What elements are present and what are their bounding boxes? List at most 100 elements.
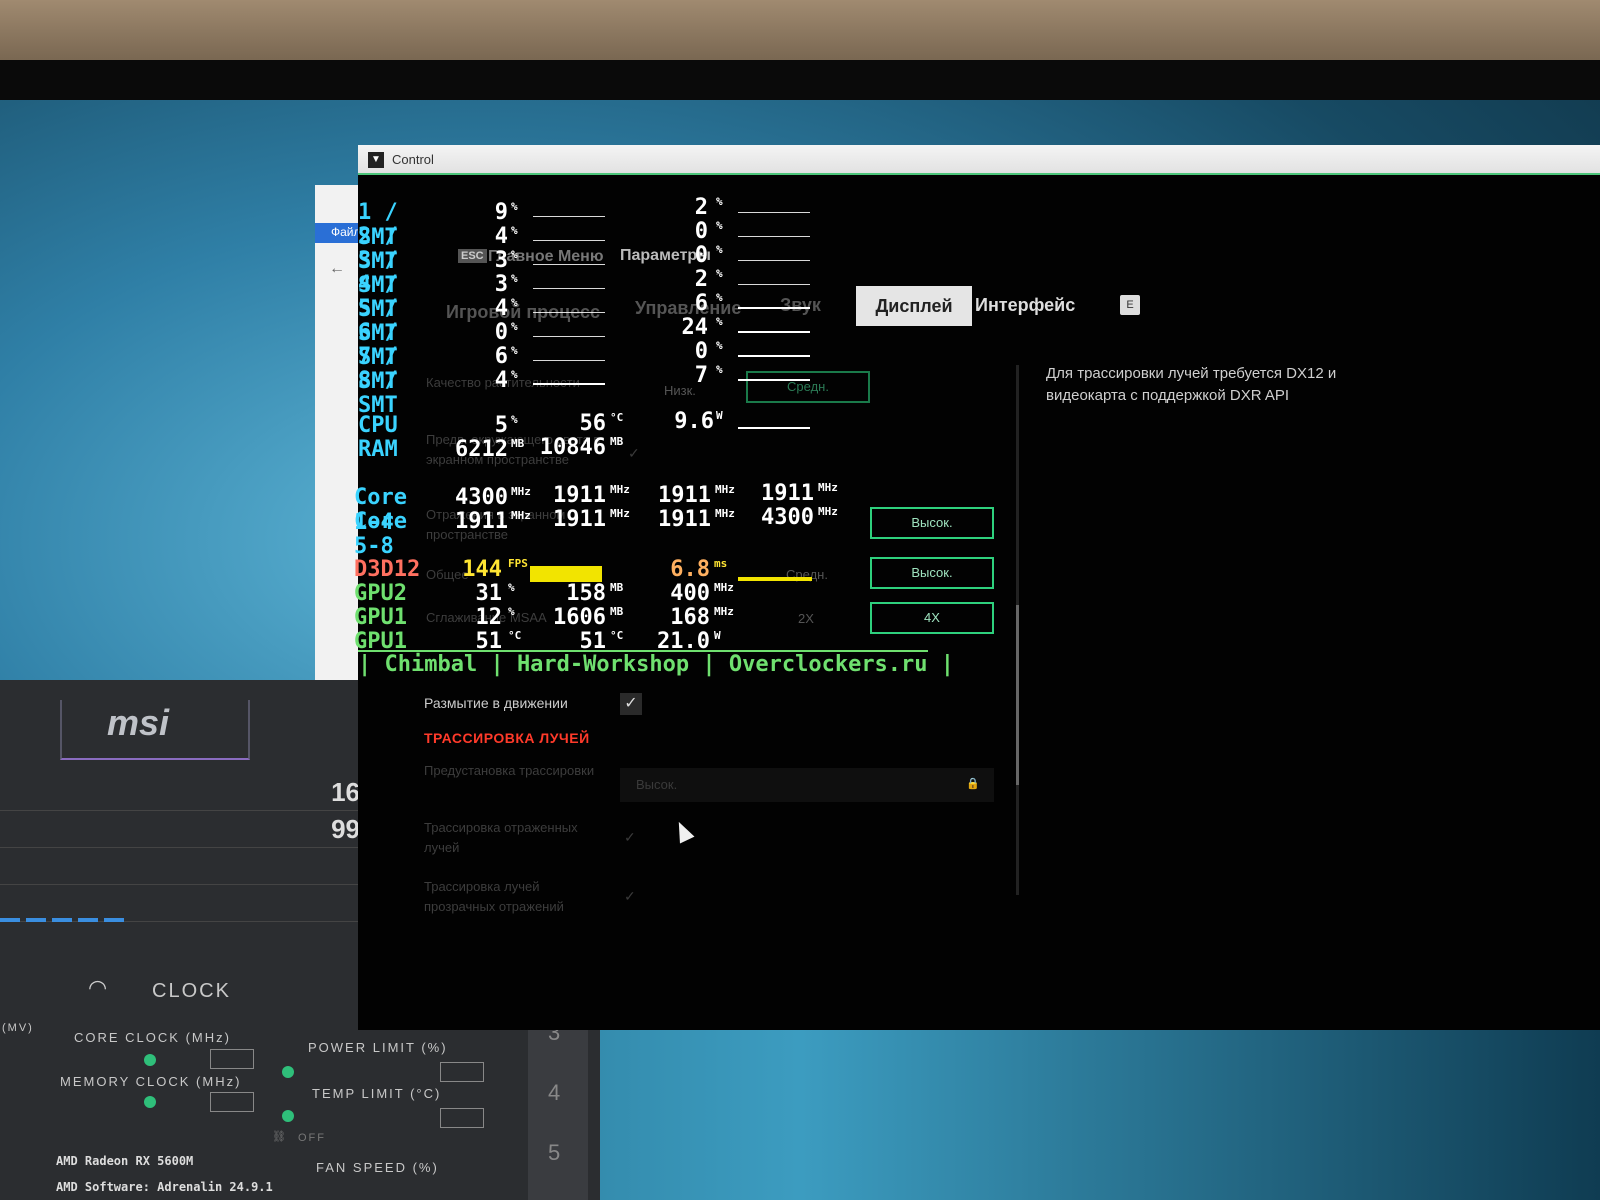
tab-display[interactable]: Дисплей bbox=[856, 286, 972, 326]
osd-thread-graph bbox=[533, 347, 605, 361]
osd-fps-unit: FPS bbox=[508, 557, 528, 570]
osd-thread-load-b: 0 bbox=[694, 339, 708, 364]
osd-unit: % bbox=[508, 581, 515, 594]
rt-preset-label: Предустановка трассировки bbox=[424, 763, 595, 778]
window-title: Control bbox=[392, 152, 434, 167]
osd-unit: % bbox=[716, 363, 723, 376]
temp-limit-slider[interactable] bbox=[282, 1110, 294, 1122]
setting-description: Для трассировки лучей требуется DX12 и в… bbox=[1046, 365, 1337, 404]
msi-row-empty bbox=[0, 849, 360, 885]
osd-unit: % bbox=[716, 315, 723, 328]
osd-unit: MHz bbox=[610, 483, 630, 496]
osd-footer: | Chimbal | Hard-Workshop | Overclockers… bbox=[358, 650, 955, 677]
osd-thread-load-a: 9 bbox=[494, 200, 508, 225]
osd-thread-label: 8 / SMT bbox=[358, 368, 398, 418]
osd-unit: MHz bbox=[818, 505, 838, 518]
temp-limit-input[interactable] bbox=[440, 1108, 484, 1128]
profile-5[interactable]: 5 bbox=[548, 1140, 560, 1166]
osd-thread-load-b: 0 bbox=[694, 243, 708, 268]
osd-thread-load-b: 7 bbox=[694, 363, 708, 388]
osd-thread-graph bbox=[533, 371, 605, 385]
voltage-label: (MV) bbox=[2, 1022, 34, 1034]
link-off-label: OFF bbox=[298, 1132, 326, 1144]
osd-gpu2-mem: 158 bbox=[566, 581, 606, 606]
osd-unit: % bbox=[511, 272, 518, 285]
temp-limit-label: TEMP LIMIT (°C) bbox=[312, 1086, 442, 1101]
msi-value: 99 bbox=[331, 814, 360, 844]
osd-core-clock: 4300 bbox=[455, 485, 508, 510]
link-icon[interactable]: ⛓ bbox=[272, 1130, 288, 1143]
motion-blur-checkbox[interactable]: ✓ bbox=[620, 693, 642, 715]
osd-thread-graph bbox=[533, 251, 605, 265]
osd-unit: MB bbox=[610, 435, 624, 448]
osd-unit: MHz bbox=[714, 581, 734, 594]
raytracing-section-title: ТРАССИРОВКА ЛУЧЕЙ bbox=[424, 730, 590, 746]
msi-logo: msi bbox=[60, 700, 250, 760]
osd-gpu2-label: GPU2 bbox=[354, 581, 407, 606]
osd-ram-label: RAM bbox=[358, 437, 398, 462]
window-titlebar[interactable]: ▼ Control bbox=[358, 145, 1600, 175]
msi-profile-strip: 3 4 5 bbox=[528, 1000, 588, 1200]
msaa-2x[interactable]: 2X bbox=[798, 611, 814, 626]
memory-clock-label: MEMORY CLOCK (MHz) bbox=[60, 1074, 242, 1089]
msi-value-row: 99 bbox=[0, 812, 360, 848]
control-game-window[interactable]: ▼ Control ESC Главное Меню Параметры Игр… bbox=[354, 145, 1600, 1030]
next-tab-key[interactable]: E bbox=[1120, 295, 1140, 315]
core-clock-input[interactable] bbox=[210, 1049, 254, 1069]
osd-unit: % bbox=[511, 200, 518, 213]
msi-value-row: 16 bbox=[0, 775, 360, 811]
osd-thread-load-b: 0 bbox=[694, 219, 708, 244]
osd-gpu2-load: 31 bbox=[475, 581, 503, 606]
osd-thread-load-a: 4 bbox=[494, 296, 508, 321]
motion-blur-label: Размытие в движении bbox=[424, 695, 568, 711]
osd-frametime-unit: ms bbox=[714, 557, 728, 570]
scrollbar-thumb[interactable] bbox=[1016, 605, 1019, 785]
back-arrow-icon[interactable]: ← bbox=[329, 260, 345, 278]
ao-checkbox[interactable]: ✓ bbox=[628, 445, 640, 462]
ssr-high-button[interactable]: Высок. bbox=[870, 507, 994, 539]
osd-gpu1-mem: 1606 bbox=[553, 605, 606, 630]
osd-core-clock: 4300 bbox=[761, 505, 814, 530]
tab-interface[interactable]: Интерфейс bbox=[975, 295, 1075, 316]
osd-cpu-power: 9.6 bbox=[674, 409, 714, 434]
osd-thread-graph bbox=[533, 227, 605, 241]
memory-clock-input[interactable] bbox=[210, 1092, 254, 1112]
osd-ram-used: 6212 bbox=[455, 437, 508, 462]
rt-preset-dropdown[interactable]: Высок. bbox=[620, 768, 994, 802]
osd-frametime-value: 6.8 bbox=[670, 557, 710, 582]
osd-core-label: Core 5-8 bbox=[354, 509, 407, 559]
osd-cpu-label: CPU bbox=[358, 413, 398, 438]
settings-scrollbar[interactable] bbox=[1016, 365, 1019, 895]
osd-thread-load-b: 2 bbox=[694, 195, 708, 220]
osd-core-clock: 1911 bbox=[553, 507, 606, 532]
power-limit-input[interactable] bbox=[440, 1062, 484, 1082]
explorer-file-menu[interactable]: Файл bbox=[331, 225, 361, 239]
rt-transparent-label: Трассировка лучей прозрачных отражений bbox=[424, 879, 564, 914]
profile-4[interactable]: 4 bbox=[548, 1080, 560, 1106]
osd-thread-graph bbox=[738, 295, 810, 309]
msi-usage-bar bbox=[0, 918, 130, 922]
osd-api-label: D3D12 bbox=[354, 557, 421, 582]
osd-unit: MHz bbox=[714, 605, 734, 618]
osd-unit: % bbox=[716, 339, 723, 352]
rt-reflections-checkbox[interactable]: ✓ bbox=[624, 829, 636, 846]
osd-ram-total: 10846 bbox=[539, 435, 606, 460]
msaa-4x-button[interactable]: 4X bbox=[870, 602, 994, 634]
osd-cpu-temp: 56 bbox=[579, 411, 607, 436]
lock-icon: 🔒 bbox=[966, 778, 980, 790]
osd-core-clock: 1911 bbox=[658, 507, 711, 532]
rt-transparent-checkbox[interactable]: ✓ bbox=[624, 888, 636, 905]
osd-unit: MHz bbox=[715, 507, 735, 520]
osd-thread-load-a: 0 bbox=[494, 320, 508, 345]
memory-clock-slider[interactable] bbox=[144, 1096, 156, 1108]
global-high-button[interactable]: Высок. bbox=[870, 557, 994, 589]
gpu-name: AMD Radeon RX 5600M bbox=[56, 1154, 194, 1168]
driver-version: AMD Software: Adrenalin 24.9.1 bbox=[56, 1180, 273, 1194]
core-clock-slider[interactable] bbox=[144, 1054, 156, 1066]
osd-unit: MB bbox=[610, 605, 624, 618]
osd-gpu1-load: 12 bbox=[475, 605, 503, 630]
osd-thread-graph bbox=[738, 223, 810, 237]
osd-gpu1-clock: 168 bbox=[670, 605, 710, 630]
power-limit-slider[interactable] bbox=[282, 1066, 294, 1078]
osd-fps-bar bbox=[530, 566, 602, 582]
